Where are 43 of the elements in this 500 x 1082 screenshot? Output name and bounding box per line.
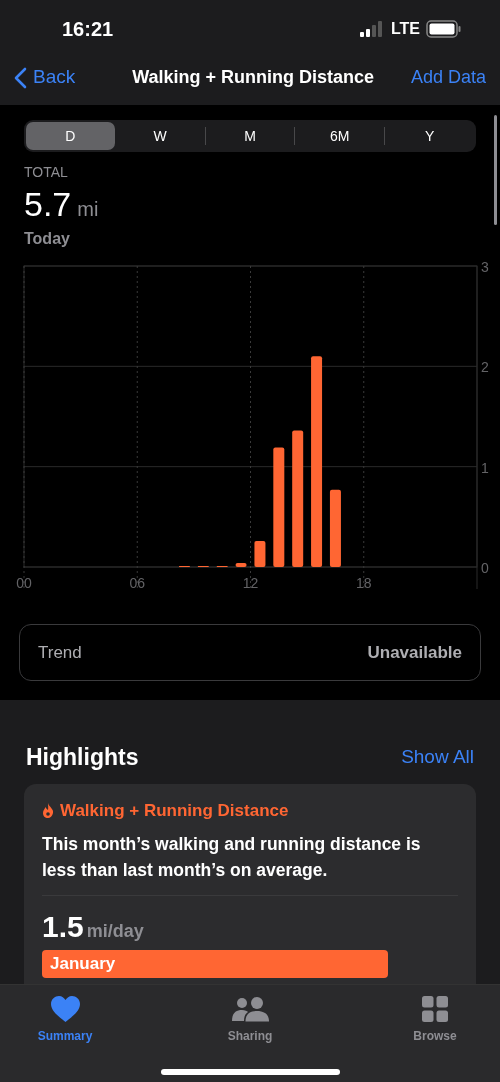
trend-label: Trend [38, 641, 82, 664]
page-title: Walking + Running Distance [132, 66, 374, 89]
status-time: 16:21 [62, 17, 114, 42]
x-axis-label: 00 [16, 575, 32, 591]
highlight-title: Walking + Running Distance [60, 799, 289, 822]
y-axis-label: 3 [481, 259, 489, 275]
average-unit: mi/day [86, 922, 144, 940]
total-value: 5.7 [24, 187, 72, 221]
add-data-button[interactable]: Add Data [410, 64, 486, 91]
heart-icon [50, 996, 80, 1022]
tab-bar-item[interactable]: Browse [390, 993, 480, 1045]
tab-bar-item[interactable]: Summary [20, 993, 110, 1045]
y-axis-label: 1 [481, 459, 489, 476]
back-chevron-icon [14, 66, 27, 89]
signal-icon [358, 21, 385, 37]
average-bar: January [42, 950, 388, 978]
grid-icon [422, 996, 448, 1022]
y-axis-label: 2 [481, 359, 489, 376]
back-button[interactable]: Back [14, 63, 76, 92]
total-unit: mi [77, 199, 99, 219]
total-label: TOTAL [24, 163, 69, 182]
average-value: 1.5 [42, 912, 84, 942]
period-tab[interactable]: D [26, 122, 115, 150]
period-tab[interactable]: Y [385, 122, 474, 150]
period-tab[interactable]: M [205, 122, 295, 150]
section-heading: Highlights [26, 743, 139, 772]
trend-value: Unavailable [367, 641, 462, 664]
y-axis-label: 0 [481, 560, 489, 576]
network-label: LTE [390, 19, 420, 39]
period-tab[interactable]: W [115, 122, 205, 150]
x-axis-label: 12 [242, 575, 259, 591]
period-tab[interactable]: 6M [295, 122, 385, 150]
x-axis-label: 06 [129, 575, 146, 591]
x-axis-label: 18 [355, 575, 372, 591]
flame-icon [42, 802, 54, 818]
highlight-text: This month’s walking and running distance is less than last month’s on average. [42, 833, 422, 882]
people-icon [231, 997, 269, 1022]
tab-bar-item[interactable]: Sharing [205, 993, 295, 1045]
bar [254, 540, 266, 567]
show-all-link[interactable]: Show All [401, 743, 474, 772]
bar [235, 563, 247, 567]
battery-icon [426, 20, 462, 38]
total-date: Today [24, 229, 71, 249]
